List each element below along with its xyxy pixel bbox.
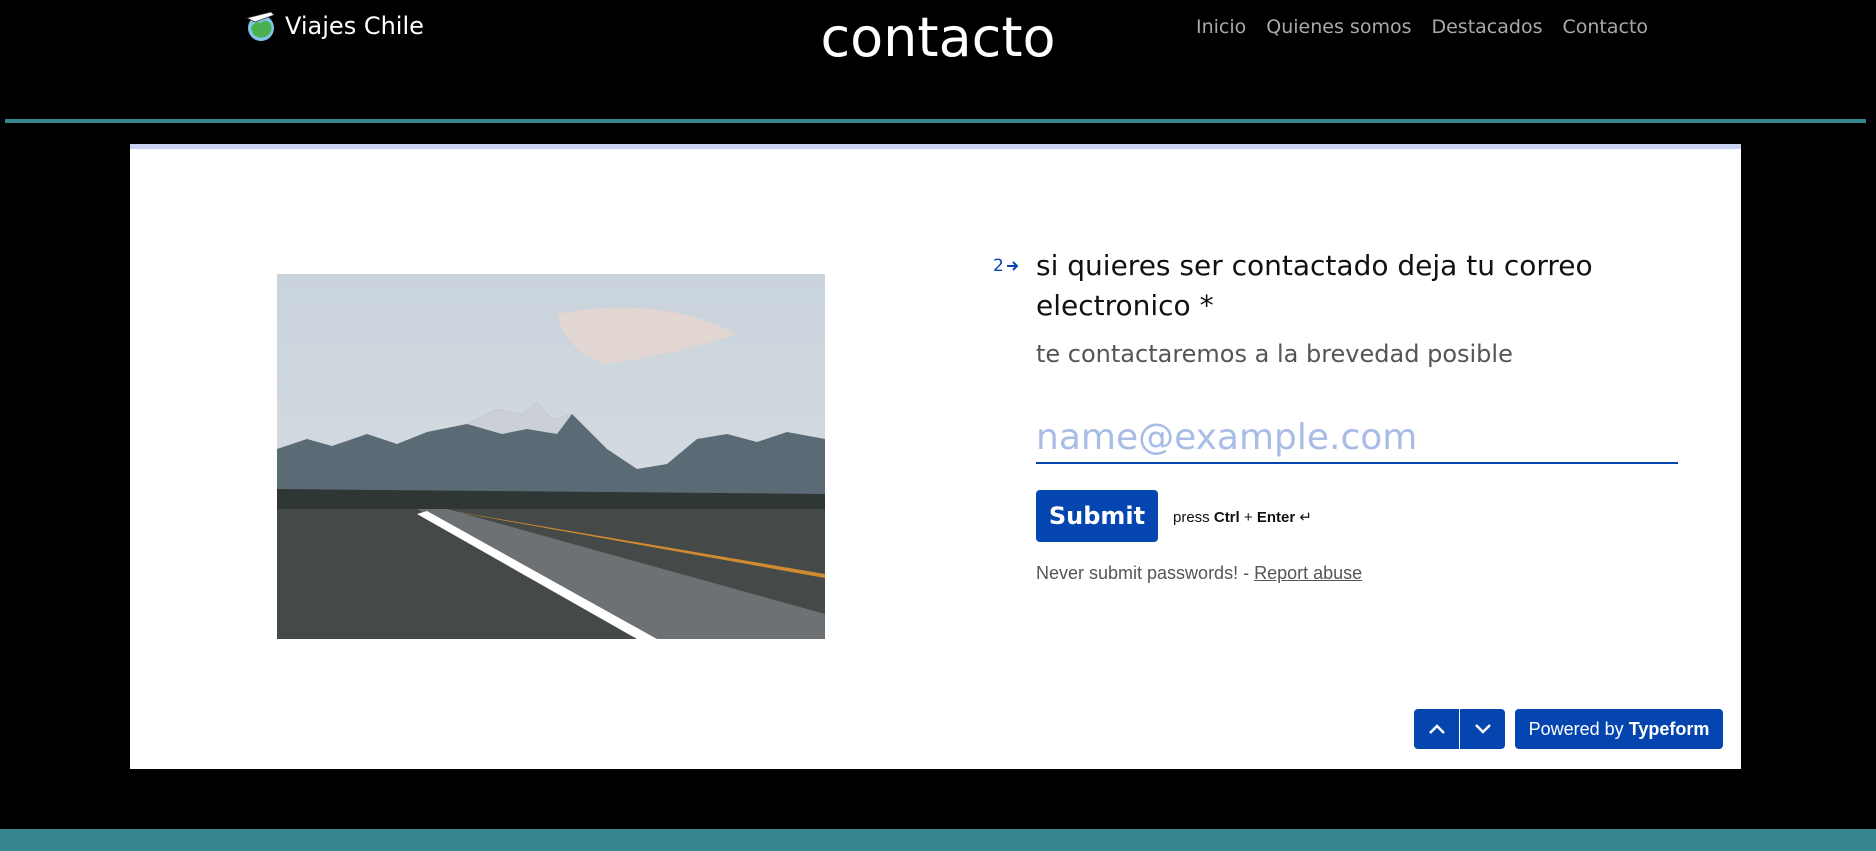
hint-key-enter: Enter bbox=[1256, 509, 1296, 526]
hint-press: press bbox=[1173, 509, 1210, 526]
footer-band bbox=[0, 829, 1876, 851]
password-warning-text: Never submit passwords! - bbox=[1036, 563, 1250, 583]
report-abuse-link[interactable]: Report abuse bbox=[1254, 563, 1362, 583]
keyboard-hint: press Ctrl + Enter ↵ bbox=[1173, 508, 1312, 526]
typeform-panel: 2 si quieres ser contactado deja tu corr… bbox=[130, 144, 1741, 769]
password-warning: Never submit passwords! - Report abuse bbox=[1036, 563, 1362, 584]
nav-link-quienes-somos[interactable]: Quienes somos bbox=[1266, 16, 1411, 38]
nav-link-contacto[interactable]: Contacto bbox=[1562, 16, 1648, 38]
arrow-right-icon bbox=[1006, 261, 1019, 271]
question-description: te contactaremos a la brevedad posible bbox=[1036, 340, 1513, 368]
powered-by-text: Powered by bbox=[1528, 718, 1624, 739]
question-number-text: 2 bbox=[993, 256, 1004, 276]
chevron-up-icon bbox=[1428, 724, 1445, 734]
email-input[interactable] bbox=[1036, 412, 1678, 464]
powered-by-typeform-button[interactable]: Powered by Typeform bbox=[1515, 709, 1723, 749]
submit-button[interactable]: Submit bbox=[1036, 490, 1158, 542]
next-question-button[interactable] bbox=[1460, 709, 1505, 749]
main-nav: Inicio Quienes somos Destacados Contacto bbox=[1196, 16, 1648, 38]
question-title: si quieres ser contactado deja tu correo… bbox=[1036, 249, 1593, 322]
nav-link-inicio[interactable]: Inicio bbox=[1196, 16, 1246, 38]
enter-key-icon: ↵ bbox=[1299, 509, 1312, 526]
progress-bar bbox=[130, 144, 1741, 149]
hint-key-ctrl: Ctrl bbox=[1213, 509, 1240, 526]
question-number: 2 bbox=[993, 256, 1020, 276]
typeform-brand: Typeform bbox=[1628, 718, 1710, 739]
nav-link-destacados[interactable]: Destacados bbox=[1431, 16, 1542, 38]
question-navigation bbox=[1414, 709, 1505, 749]
hint-plus: + bbox=[1243, 509, 1253, 526]
mountain-road-image bbox=[277, 274, 825, 639]
chevron-down-icon bbox=[1474, 724, 1491, 734]
header-divider bbox=[5, 119, 1866, 123]
previous-question-button[interactable] bbox=[1414, 709, 1459, 749]
